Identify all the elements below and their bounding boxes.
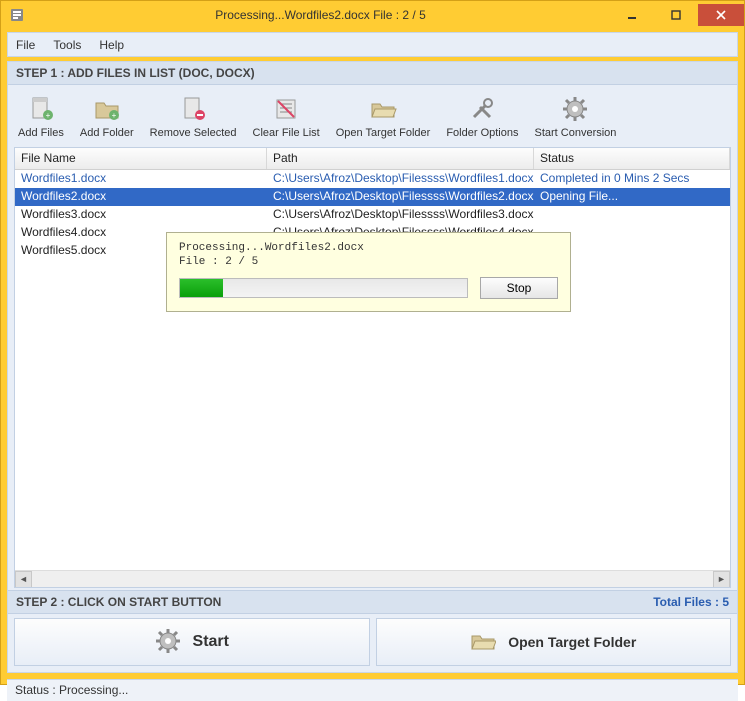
window-buttons [610,4,744,26]
progress-popup: Processing...Wordfiles2.docx File : 2 / … [166,232,571,312]
cell-file-name: Wordfiles2.docx [15,188,267,206]
cell-status: Completed in 0 Mins 2 Secs [534,170,730,188]
minimize-button[interactable] [610,4,654,26]
folder-open-icon [367,93,399,125]
open-target-folder-label: Open Target Folder [336,127,431,139]
col-file-name[interactable]: File Name [15,148,267,169]
window-title: Processing...Wordfiles2.docx File : 2 / … [31,8,610,22]
file-list-header: File Name Path Status [15,148,730,170]
col-status[interactable]: Status [534,148,730,169]
cell-path: C:\Users\Afroz\Desktop\Filessss\Wordfile… [267,206,534,224]
gear-icon [155,628,183,656]
cell-status [534,206,730,224]
progress-bar [179,278,468,298]
file-remove-icon [177,93,209,125]
cell-file-name: Wordfiles3.docx [15,206,267,224]
add-files-button[interactable]: + Add Files [10,89,72,141]
tools-icon [466,93,498,125]
start-conversion-button[interactable]: Start Conversion [526,89,624,141]
folder-options-button[interactable]: Folder Options [438,89,526,141]
clear-file-list-button[interactable]: Clear File List [245,89,328,141]
table-row[interactable]: Wordfiles3.docxC:\Users\Afroz\Desktop\Fi… [15,206,730,224]
step2-label: STEP 2 : CLICK ON START BUTTON [16,595,221,609]
horizontal-scrollbar[interactable]: ◄ ► [15,570,730,587]
open-target-folder-big-button[interactable]: Open Target Folder [376,618,732,666]
svg-text:+: + [46,111,51,120]
svg-text:+: + [111,111,116,120]
statusbar: Status : Processing... [7,679,738,701]
open-target-folder-big-label: Open Target Folder [508,634,636,650]
start-button-label: Start [193,633,229,651]
cell-status: Opening File... [534,188,730,206]
close-button[interactable] [698,4,744,26]
bottom-buttons: Start Open Target Folder [8,614,737,672]
add-folder-label: Add Folder [80,127,134,139]
file-add-icon: + [25,93,57,125]
remove-selected-button[interactable]: Remove Selected [142,89,245,141]
col-path[interactable]: Path [267,148,534,169]
folder-add-icon: + [91,93,123,125]
open-target-folder-button[interactable]: Open Target Folder [328,89,439,141]
maximize-button[interactable] [654,4,698,26]
content-panel: STEP 1 : ADD FILES IN LIST (DOC, DOCX) +… [7,61,738,673]
cell-path: C:\Users\Afroz\Desktop\Filessss\Wordfile… [267,188,534,206]
step1-header: STEP 1 : ADD FILES IN LIST (DOC, DOCX) [8,62,737,85]
popup-text: Processing...Wordfiles2.docx File : 2 / … [179,241,558,269]
status-text: Status : Processing... [15,683,128,697]
table-row[interactable]: Wordfiles1.docxC:\Users\Afroz\Desktop\Fi… [15,170,730,188]
app-window: Processing...Wordfiles2.docx File : 2 / … [0,0,745,685]
start-button[interactable]: Start [14,618,370,666]
start-conversion-label: Start Conversion [534,127,616,139]
popup-line2: File : 2 / 5 [179,256,258,268]
remove-selected-label: Remove Selected [150,127,237,139]
clear-file-list-label: Clear File List [253,127,320,139]
cell-file-name: Wordfiles1.docx [15,170,267,188]
add-folder-button[interactable]: + Add Folder [72,89,142,141]
menubar: File Tools Help [7,32,738,57]
menu-file[interactable]: File [16,38,35,52]
toolbar: + Add Files + Add Folder Remove Selected… [8,85,737,145]
popup-line1: Processing...Wordfiles2.docx [179,242,364,254]
file-list: File Name Path Status Wordfiles1.docxC:\… [14,147,731,588]
app-icon [9,7,25,23]
menu-tools[interactable]: Tools [53,38,81,52]
clear-list-icon [270,93,302,125]
progress-fill [180,279,223,297]
total-files: Total Files : 5 [653,595,729,609]
stop-button[interactable]: Stop [480,277,558,299]
gear-icon [559,93,591,125]
cell-path: C:\Users\Afroz\Desktop\Filessss\Wordfile… [267,170,534,188]
scroll-right-arrow-icon[interactable]: ► [713,571,730,588]
table-row[interactable]: Wordfiles2.docxC:\Users\Afroz\Desktop\Fi… [15,188,730,206]
folder-open-icon [470,628,498,656]
scroll-left-arrow-icon[interactable]: ◄ [15,571,32,588]
add-files-label: Add Files [18,127,64,139]
folder-options-label: Folder Options [446,127,518,139]
file-list-rows: Wordfiles1.docxC:\Users\Afroz\Desktop\Fi… [15,170,730,570]
titlebar: Processing...Wordfiles2.docx File : 2 / … [1,1,744,29]
menu-help[interactable]: Help [99,38,124,52]
step2-header: STEP 2 : CLICK ON START BUTTON Total Fil… [8,590,737,614]
